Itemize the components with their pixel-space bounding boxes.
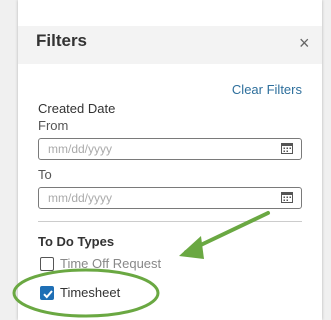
from-label: From xyxy=(38,118,69,133)
timesheet-checkbox[interactable] xyxy=(40,286,54,300)
from-date-input[interactable]: mm/dd/yyyy xyxy=(38,138,302,160)
filters-panel: Filters × Clear Filters Created Date Fro… xyxy=(18,0,322,320)
to-label: To xyxy=(38,167,52,182)
section-divider xyxy=(38,221,302,222)
panel-title: Filters xyxy=(36,31,88,50)
time-off-request-checkbox[interactable] xyxy=(40,257,54,271)
filters-header: Filters × xyxy=(18,26,322,64)
time-off-request-label[interactable]: Time Off Request xyxy=(60,256,161,271)
timesheet-label[interactable]: Timesheet xyxy=(60,285,120,300)
created-date-label: Created Date xyxy=(38,101,116,116)
todo-types-label: To Do Types xyxy=(38,234,115,249)
to-date-input[interactable]: mm/dd/yyyy xyxy=(38,187,302,209)
close-icon[interactable]: × xyxy=(299,34,310,52)
check-icon xyxy=(43,290,53,299)
calendar-icon[interactable] xyxy=(281,142,293,154)
to-date-placeholder: mm/dd/yyyy xyxy=(48,191,113,205)
from-date-placeholder: mm/dd/yyyy xyxy=(48,142,113,156)
clear-filters-link[interactable]: Clear Filters xyxy=(232,82,302,97)
calendar-icon[interactable] xyxy=(281,191,293,203)
